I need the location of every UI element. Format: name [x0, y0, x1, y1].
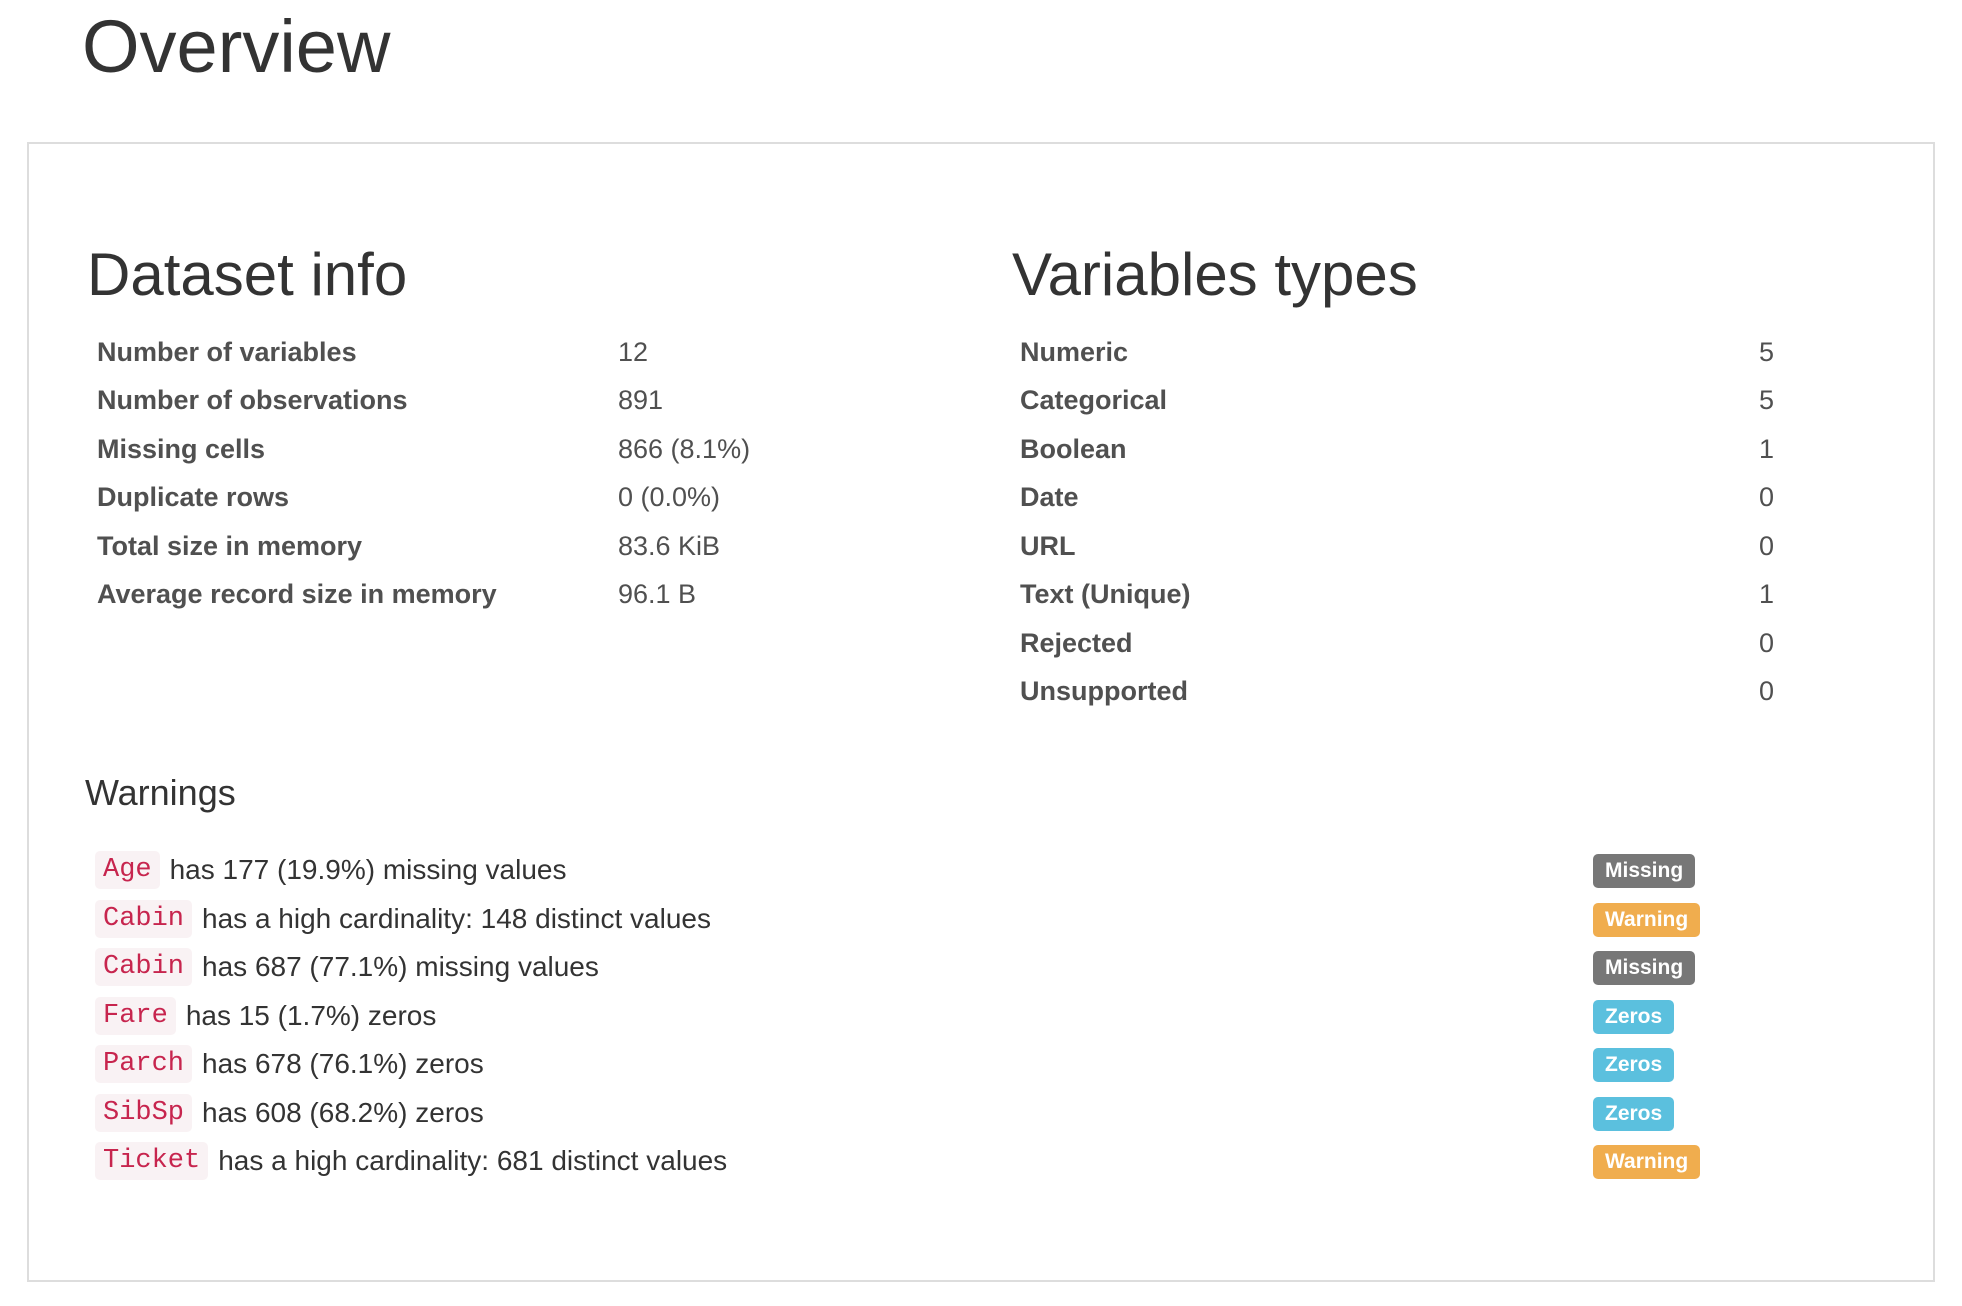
dataset-info-table: Number of variables 12 Number of observa…	[87, 328, 760, 619]
variable-type-label: Numeric	[1020, 336, 1129, 367]
warning-badge: Zeros	[1593, 1048, 1675, 1082]
warning-item: Fare has 15 (1.7%) zeros Zeros	[95, 992, 1735, 1041]
warning-message: has 15 (1.7%) zeros	[185, 999, 437, 1031]
variable-type-count: 1	[1758, 433, 1774, 464]
variable-type-row: Rejected 0	[1010, 619, 1784, 668]
warning-variable-name[interactable]: Age	[95, 851, 160, 890]
variable-type-row: Date 0	[1010, 474, 1784, 523]
warning-badge: Missing	[1593, 951, 1696, 985]
warning-message: has a high cardinality: 148 distinct val…	[202, 902, 711, 934]
warning-variable-name[interactable]: Ticket	[95, 1142, 209, 1181]
dataset-info-row: Total size in memory 83.6 KiB	[87, 522, 760, 571]
dataset-info-value: 96.1 B	[618, 579, 697, 610]
warning-badge: Missing	[1593, 854, 1696, 888]
warning-variable-name[interactable]: Fare	[95, 996, 176, 1035]
variable-type-row: Text (Unique) 1	[1010, 571, 1784, 620]
warning-variable-name[interactable]: Cabin	[95, 948, 193, 987]
variable-type-label: Text (Unique)	[1020, 579, 1191, 610]
variables-types-title: Variables types	[1012, 241, 1418, 308]
dataset-info-value: 83.6 KiB	[618, 530, 721, 561]
warnings-title: Warnings	[85, 772, 236, 813]
variable-type-count: 0	[1758, 627, 1774, 658]
dataset-info-title: Dataset info	[87, 241, 408, 308]
dataset-info-value: 891	[618, 385, 664, 416]
dataset-info-row: Duplicate rows 0 (0.0%)	[87, 474, 760, 523]
warning-item: Cabin has a high cardinality: 148 distin…	[95, 895, 1735, 944]
variable-type-row: Boolean 1	[1010, 425, 1784, 474]
variable-type-row: Numeric 5	[1010, 328, 1784, 377]
variable-type-row: URL 0	[1010, 522, 1784, 571]
warning-badge: Warning	[1593, 1145, 1701, 1179]
variable-type-count: 0	[1758, 676, 1774, 707]
warning-item: Age has 177 (19.9%) missing values Missi…	[95, 846, 1735, 895]
variable-type-label: Categorical	[1020, 385, 1168, 416]
dataset-info-label: Number of observations	[97, 385, 408, 416]
dataset-info-label: Average record size in memory	[97, 579, 497, 610]
page-title: Overview	[82, 5, 391, 88]
variable-type-label: Boolean	[1020, 433, 1127, 464]
variable-type-count: 1	[1758, 579, 1774, 610]
dataset-info-label: Number of variables	[97, 336, 357, 367]
warning-badge: Zeros	[1593, 1096, 1675, 1131]
warning-variable-name[interactable]: Cabin	[95, 899, 193, 938]
variable-type-count: 5	[1758, 336, 1774, 367]
warning-message: has 678 (76.1%) zeros	[202, 1048, 484, 1080]
warning-item: Ticket has a high cardinality: 681 disti…	[95, 1137, 1735, 1186]
dataset-info-value: 12	[618, 336, 649, 367]
dataset-info-row: Number of variables 12	[87, 328, 760, 377]
warning-message: has a high cardinality: 681 distinct val…	[218, 1145, 728, 1177]
warning-badge: Warning	[1593, 902, 1701, 937]
variable-type-count: 0	[1758, 482, 1774, 513]
variables-types-table: Numeric 5 Categorical 5 Boolean 1 Date 0…	[1010, 328, 1784, 716]
warning-item: SibSp has 608 (68.2%) zeros Zeros	[95, 1089, 1735, 1138]
dataset-info-label: Missing cells	[97, 433, 266, 464]
dataset-info-row: Average record size in memory 96.1 B	[87, 571, 760, 620]
variable-type-count: 0	[1758, 530, 1774, 561]
variable-type-row: Categorical 5	[1010, 377, 1784, 426]
variable-type-label: Date	[1020, 482, 1079, 513]
variable-type-label: Rejected	[1020, 627, 1133, 658]
warning-message: has 608 (68.2%) zeros	[202, 1096, 484, 1128]
dataset-info-row: Number of observations 891	[87, 377, 760, 426]
overview-panel: Dataset info Number of variables 12 Numb…	[27, 142, 1935, 1282]
warning-item: Parch has 678 (76.1%) zeros Zeros	[95, 1040, 1735, 1089]
dataset-info-label: Total size in memory	[97, 530, 363, 561]
warning-message: has 177 (19.9%) missing values	[169, 854, 567, 886]
dataset-info-value: 866 (8.1%)	[618, 433, 751, 464]
dataset-info-value: 0 (0.0%)	[618, 482, 721, 513]
variable-type-row: Unsupported 0	[1010, 668, 1784, 717]
warning-badge: Zeros	[1593, 999, 1675, 1034]
warning-item: Cabin has 687 (77.1%) missing values Mis…	[95, 943, 1735, 992]
warnings-list: Age has 177 (19.9%) missing values Missi…	[95, 846, 1735, 1186]
warning-variable-name[interactable]: SibSp	[95, 1093, 193, 1132]
warning-variable-name[interactable]: Parch	[95, 1045, 193, 1084]
dataset-info-label: Duplicate rows	[97, 482, 290, 513]
variable-type-count: 5	[1758, 385, 1774, 416]
dataset-info-row: Missing cells 866 (8.1%)	[87, 425, 760, 474]
variable-type-label: URL	[1020, 530, 1076, 561]
variable-type-label: Unsupported	[1020, 676, 1188, 707]
warning-message: has 687 (77.1%) missing values	[202, 951, 599, 983]
